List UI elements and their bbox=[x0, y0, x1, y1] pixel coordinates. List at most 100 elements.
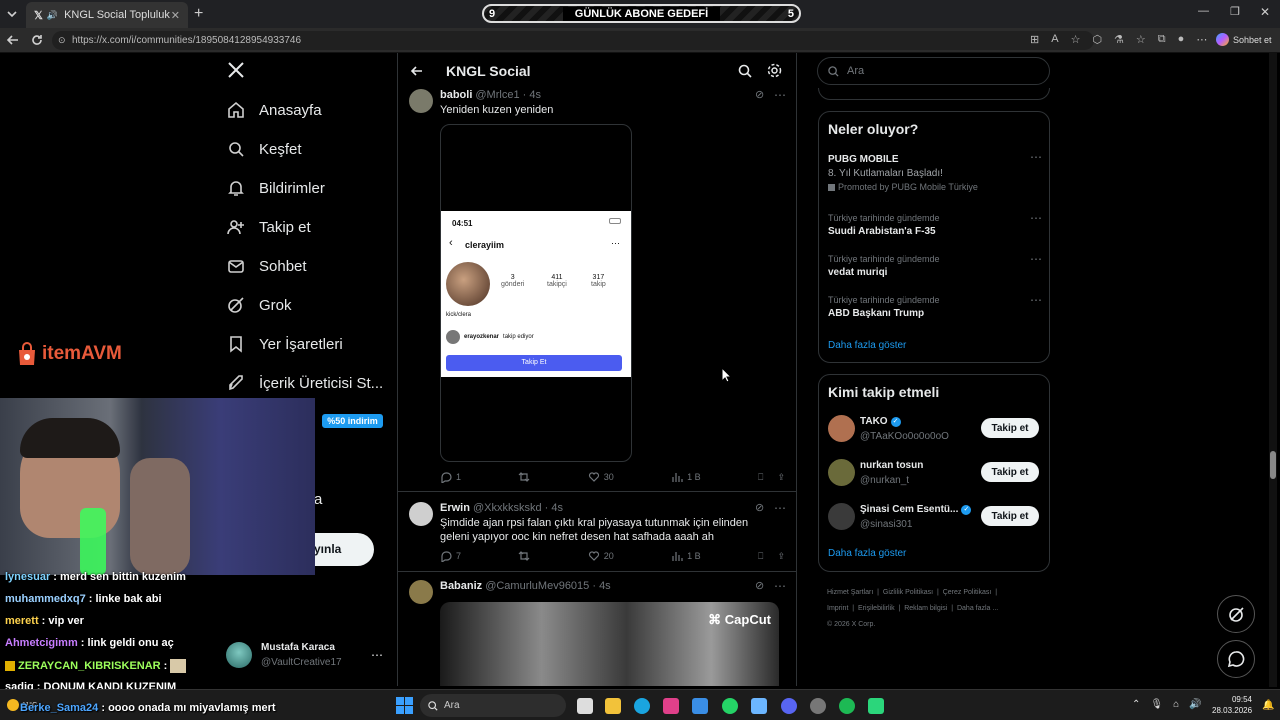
chevron-up-icon[interactable]: ⌃ bbox=[1132, 699, 1140, 710]
grok-post-icon[interactable]: ⊘ bbox=[755, 579, 764, 592]
nav-home[interactable]: Anasayfa bbox=[227, 101, 322, 119]
avatar[interactable] bbox=[828, 415, 855, 442]
follow-button[interactable]: Takip et bbox=[981, 418, 1039, 438]
post-more-icon[interactable]: ⋯ bbox=[774, 577, 787, 595]
store-icon[interactable] bbox=[663, 698, 679, 714]
footer-link[interactable]: Erişilebilirlik bbox=[858, 605, 895, 612]
app-icon[interactable] bbox=[751, 698, 767, 714]
bookmark-icon[interactable]: ⎕ bbox=[758, 472, 763, 483]
footer-link[interactable]: Reklam bilgisi bbox=[904, 605, 947, 612]
discord-icon[interactable] bbox=[781, 698, 797, 714]
favorite-star-icon[interactable]: ☆ bbox=[1071, 33, 1081, 46]
start-icon[interactable] bbox=[396, 697, 413, 714]
nav-bookmarks[interactable]: Yer İşaretleri bbox=[227, 335, 343, 353]
post-button[interactable]: yınla bbox=[314, 533, 374, 566]
account-more-icon[interactable]: ⋯ bbox=[371, 648, 383, 662]
search-input[interactable]: Ara bbox=[847, 65, 864, 77]
trend-more-icon[interactable]: ⋯ bbox=[1030, 252, 1043, 266]
refresh-icon[interactable] bbox=[30, 33, 44, 47]
suggested-user[interactable]: Şinasi Cem Esentü... ✓ @sinasi301 Takip e… bbox=[819, 501, 1049, 535]
messages-fab[interactable] bbox=[1217, 640, 1255, 678]
footer-link[interactable]: Imprint bbox=[827, 605, 848, 612]
maximize-icon[interactable]: ❐ bbox=[1230, 5, 1240, 18]
page-scrollbar[interactable] bbox=[1269, 53, 1277, 687]
obs-icon[interactable] bbox=[810, 698, 826, 714]
scrollbar-thumb[interactable] bbox=[1270, 451, 1276, 479]
grok-fab[interactable] bbox=[1217, 595, 1255, 633]
post[interactable]: Erwin @Xkxkkskskd · 4s ⊘ ⋯ Şimdide ajan … bbox=[398, 493, 796, 572]
avatar[interactable] bbox=[226, 642, 252, 668]
post-author[interactable]: Erwin bbox=[440, 502, 470, 514]
trend-more-icon[interactable]: ⋯ bbox=[1030, 211, 1043, 225]
search-icon[interactable] bbox=[738, 64, 752, 78]
post-author[interactable]: baboli bbox=[440, 89, 472, 101]
profile-avatar-icon[interactable]: ● bbox=[1178, 33, 1185, 46]
footer-link[interactable]: Çerez Politikası bbox=[943, 589, 992, 596]
close-window-icon[interactable]: ✕ bbox=[1260, 5, 1270, 19]
avatar[interactable] bbox=[828, 459, 855, 486]
nav-partial-item[interactable]: a bbox=[314, 491, 322, 508]
post-more-icon[interactable]: ⋯ bbox=[774, 499, 787, 517]
trend-item[interactable]: PUBG MOBILE 8. Yıl Kutlamaları Başladı! … bbox=[828, 150, 1043, 192]
minimize-icon[interactable]: — bbox=[1198, 5, 1209, 17]
post[interactable]: Babaniz @CamurluMev96015 · 4s ⊘ ⋯ ⌘ CapC… bbox=[398, 573, 796, 686]
notification-bell-icon[interactable]: 🔔 bbox=[1262, 700, 1274, 711]
gear-icon[interactable] bbox=[767, 63, 782, 78]
post-more-icon[interactable]: ⋯ bbox=[774, 86, 787, 104]
app-icon[interactable]: ⊞ bbox=[1030, 33, 1039, 46]
reply-button[interactable]: 7 bbox=[440, 550, 461, 562]
repost-button[interactable] bbox=[518, 550, 530, 562]
trends-show-more[interactable]: Daha fazla göster bbox=[828, 340, 906, 351]
trend-item[interactable]: Türkiye tarihinde gündemde vedat muriqi … bbox=[828, 252, 1043, 278]
grok-post-icon[interactable]: ⊘ bbox=[755, 88, 764, 101]
bookmark-icon[interactable]: ⎕ bbox=[758, 551, 763, 562]
avatar[interactable] bbox=[828, 503, 855, 530]
avatar[interactable] bbox=[409, 89, 433, 113]
more-menu-icon[interactable]: ⋯ bbox=[1196, 33, 1207, 46]
x-logo-icon[interactable] bbox=[228, 62, 244, 78]
back-arrow-icon[interactable] bbox=[410, 64, 424, 78]
suggested-user[interactable]: nurkan tosun @nurkan_t Takip et bbox=[819, 457, 1049, 491]
extension-icon[interactable]: ⚗ bbox=[1114, 33, 1124, 46]
repost-button[interactable] bbox=[518, 471, 530, 483]
nav-follow[interactable]: Takip et bbox=[227, 218, 311, 236]
views-button[interactable]: 1 B bbox=[671, 550, 701, 562]
volume-icon[interactable]: 🔊 bbox=[1189, 699, 1201, 710]
nav-notifications[interactable]: Bildirimler bbox=[227, 179, 325, 197]
whatsapp-icon[interactable] bbox=[722, 698, 738, 714]
account-name[interactable]: Mustafa Karaca bbox=[261, 642, 335, 653]
edge-icon[interactable] bbox=[634, 698, 650, 714]
file-explorer-icon[interactable] bbox=[605, 698, 621, 714]
follow-show-more[interactable]: Daha fazla göster bbox=[828, 548, 906, 559]
new-tab-icon[interactable]: + bbox=[194, 5, 203, 23]
back-icon[interactable] bbox=[6, 33, 20, 47]
network-icon[interactable]: ⌂ bbox=[1173, 699, 1179, 710]
avatar[interactable] bbox=[409, 580, 433, 604]
post-video[interactable]: ⌘ CapCut bbox=[440, 602, 779, 686]
site-info-icon[interactable]: ⊙ bbox=[58, 31, 66, 50]
taskbar-search-input[interactable]: Ara bbox=[444, 700, 460, 711]
mail-icon[interactable] bbox=[692, 698, 708, 714]
footer-link[interactable]: Daha fazla ... bbox=[957, 605, 998, 612]
microphone-icon[interactable]: 🎙 bbox=[1150, 699, 1163, 710]
nav-creator-studio[interactable]: İçerik Üreticisi St... bbox=[227, 374, 383, 392]
like-button[interactable]: 30 bbox=[588, 471, 614, 483]
task-view-icon[interactable] bbox=[577, 698, 593, 714]
trend-more-icon[interactable]: ⋯ bbox=[1030, 150, 1043, 164]
footer-link[interactable]: Gizlilik Politikası bbox=[883, 589, 933, 596]
tab-menu-icon[interactable] bbox=[6, 8, 18, 20]
trend-more-icon[interactable]: ⋯ bbox=[1030, 293, 1043, 307]
share-icon[interactable]: ⇪ bbox=[777, 551, 785, 562]
grok-post-icon[interactable]: ⊘ bbox=[755, 501, 764, 514]
url-field[interactable]: ⊙ https://x.com/i/communities/1895084128… bbox=[52, 31, 1094, 50]
spotify-icon[interactable] bbox=[839, 698, 855, 714]
taskbar-search[interactable]: Ara bbox=[420, 694, 566, 717]
follow-button[interactable]: Takip et bbox=[981, 506, 1039, 526]
search-box[interactable]: Ara bbox=[817, 57, 1050, 85]
browser-tab[interactable]: 𝕏 🔊 KNGL Social Topluluk / X ✕ bbox=[26, 2, 188, 28]
footer-link[interactable]: Hizmet Şartları bbox=[827, 589, 873, 596]
extensions-icon[interactable]: ⬡ bbox=[1092, 33, 1102, 46]
share-icon[interactable]: ⇪ bbox=[777, 472, 785, 483]
trend-item[interactable]: Türkiye tarihinde gündemde ABD Başkanı T… bbox=[828, 293, 1043, 319]
post-image[interactable]: 04:51 ‹ clerayiim ⋯ 3 gönderi 411 takipçi … bbox=[440, 124, 632, 462]
